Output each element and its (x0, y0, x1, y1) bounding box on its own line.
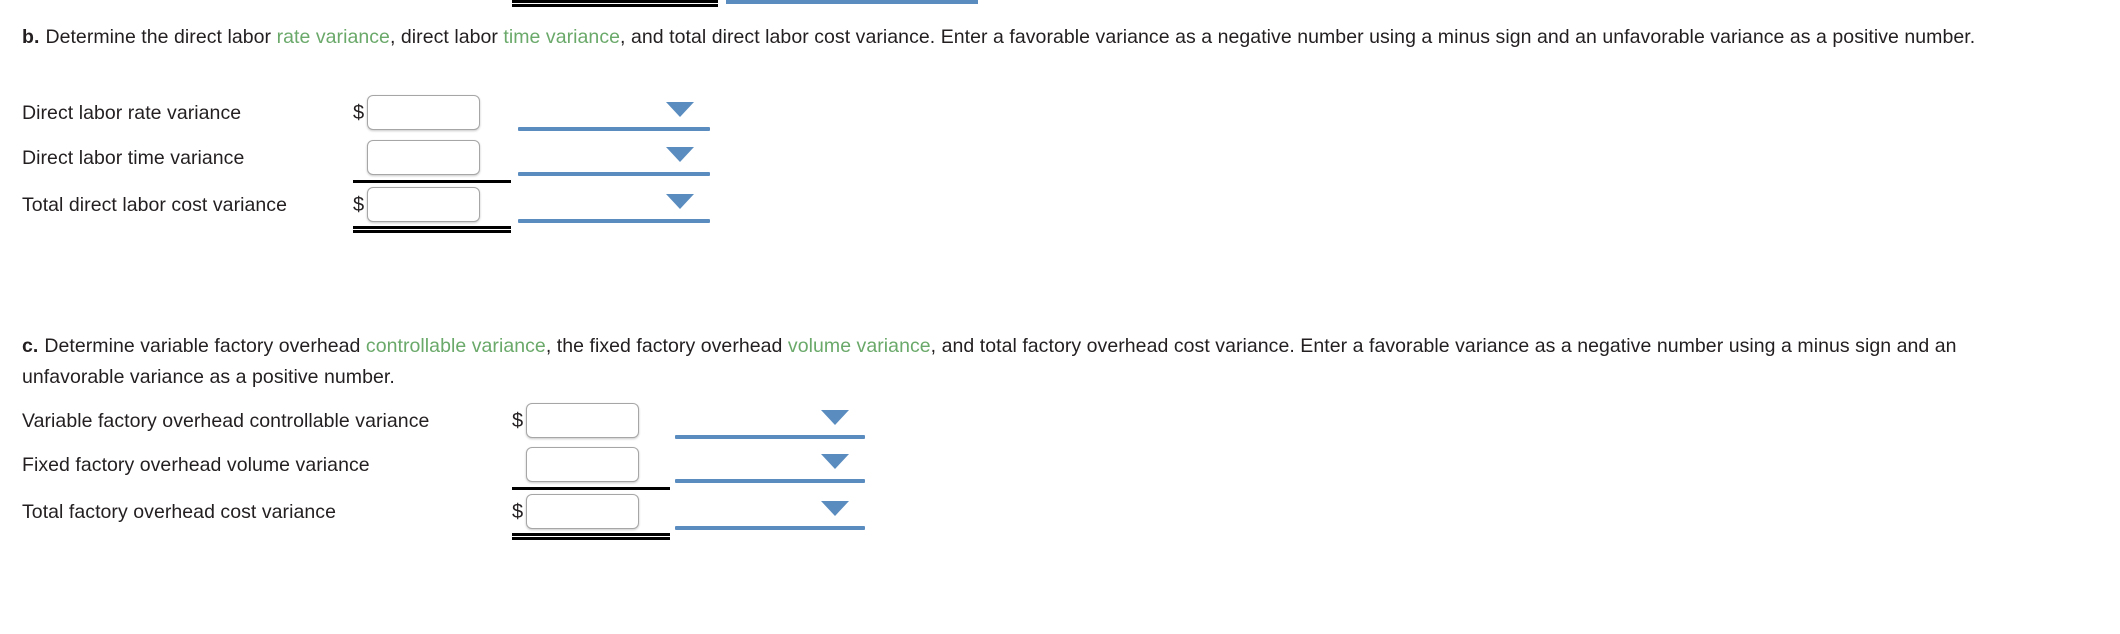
prompt-text: Determine the direct labor (45, 26, 277, 48)
chevron-down-icon[interactable] (821, 410, 849, 425)
row-label: Total direct labor cost variance (22, 194, 287, 216)
prompt-text: , the fixed factory overhead (545, 335, 788, 357)
prompt-text: , and total direct labor cost variance. … (620, 26, 1976, 48)
answer-row: Fixed factory overhead volume variance (22, 442, 1162, 490)
answer-row: Direct labor rate variance $ (22, 90, 982, 136)
clipped-total-row-artifacts (0, 0, 2120, 12)
question-b-text: Determine the direct labor rate variance… (45, 26, 1975, 48)
amount-input[interactable] (367, 140, 480, 175)
row-label: Direct labor time variance (22, 147, 245, 169)
variance-type-dropdown[interactable] (675, 398, 865, 444)
chevron-down-icon[interactable] (666, 194, 694, 209)
answer-row: Total factory overhead cost variance $ (22, 489, 1162, 540)
answer-row: Direct labor time variance (22, 135, 982, 183)
select-underline (675, 435, 865, 439)
chevron-down-icon[interactable] (666, 102, 694, 117)
select-underline (675, 526, 865, 530)
amount-cell: $ (353, 182, 511, 233)
variance-type-dropdown[interactable] (675, 489, 865, 535)
chevron-down-icon[interactable] (821, 501, 849, 516)
amount-input[interactable] (526, 403, 639, 438)
amount-input[interactable] (526, 447, 639, 482)
row-label: Variable factory overhead controllable v… (22, 410, 430, 432)
currency-symbol: $ (353, 194, 365, 216)
row-label: Fixed factory overhead volume variance (22, 454, 370, 476)
select-underline (518, 127, 710, 131)
amount-input[interactable] (367, 187, 480, 222)
variance-type-dropdown[interactable] (675, 442, 865, 488)
amount-cell (512, 442, 670, 490)
chevron-down-icon[interactable] (666, 147, 694, 162)
clipped-double-underline (512, 0, 718, 7)
question-b-marker: b. (22, 26, 40, 48)
glossary-term-link[interactable]: rate variance (277, 26, 390, 48)
total-double-rule (512, 533, 670, 540)
select-underline (675, 479, 865, 483)
variance-type-dropdown[interactable] (518, 182, 710, 228)
amount-input[interactable] (526, 494, 639, 529)
currency-symbol: $ (353, 102, 365, 124)
currency-symbol: $ (512, 501, 524, 523)
question-c-marker: c. (22, 335, 39, 357)
currency-symbol: $ (512, 410, 524, 432)
prompt-text: Determine variable factory overhead (44, 335, 366, 357)
glossary-term-link[interactable]: controllable variance (366, 335, 546, 357)
row-label: Direct labor rate variance (22, 102, 242, 124)
question-c-text: Determine variable factory overhead cont… (22, 335, 1957, 388)
glossary-term-link[interactable]: volume variance (788, 335, 931, 357)
question-c-prompt: c. Determine variable factory overhead co… (22, 331, 2062, 393)
amount-cell: $ (512, 398, 670, 444)
amount-cell (353, 135, 511, 183)
clipped-select-underline (726, 0, 978, 4)
question-b-prompt: b. Determine the direct labor rate varian… (22, 22, 2052, 53)
glossary-term-link[interactable]: time variance (503, 26, 620, 48)
total-double-rule (353, 226, 511, 233)
select-underline (518, 219, 710, 223)
answer-row: Variable factory overhead controllable v… (22, 398, 1162, 444)
chevron-down-icon[interactable] (821, 454, 849, 469)
amount-cell: $ (353, 90, 511, 136)
variance-type-dropdown[interactable] (518, 90, 710, 136)
variance-type-dropdown[interactable] (518, 135, 710, 181)
amount-cell: $ (512, 489, 670, 540)
row-label: Total factory overhead cost variance (22, 501, 336, 523)
amount-input[interactable] (367, 95, 480, 130)
select-underline (518, 172, 710, 176)
answer-row: Total direct labor cost variance $ (22, 182, 982, 233)
prompt-text: , direct labor (389, 26, 504, 48)
